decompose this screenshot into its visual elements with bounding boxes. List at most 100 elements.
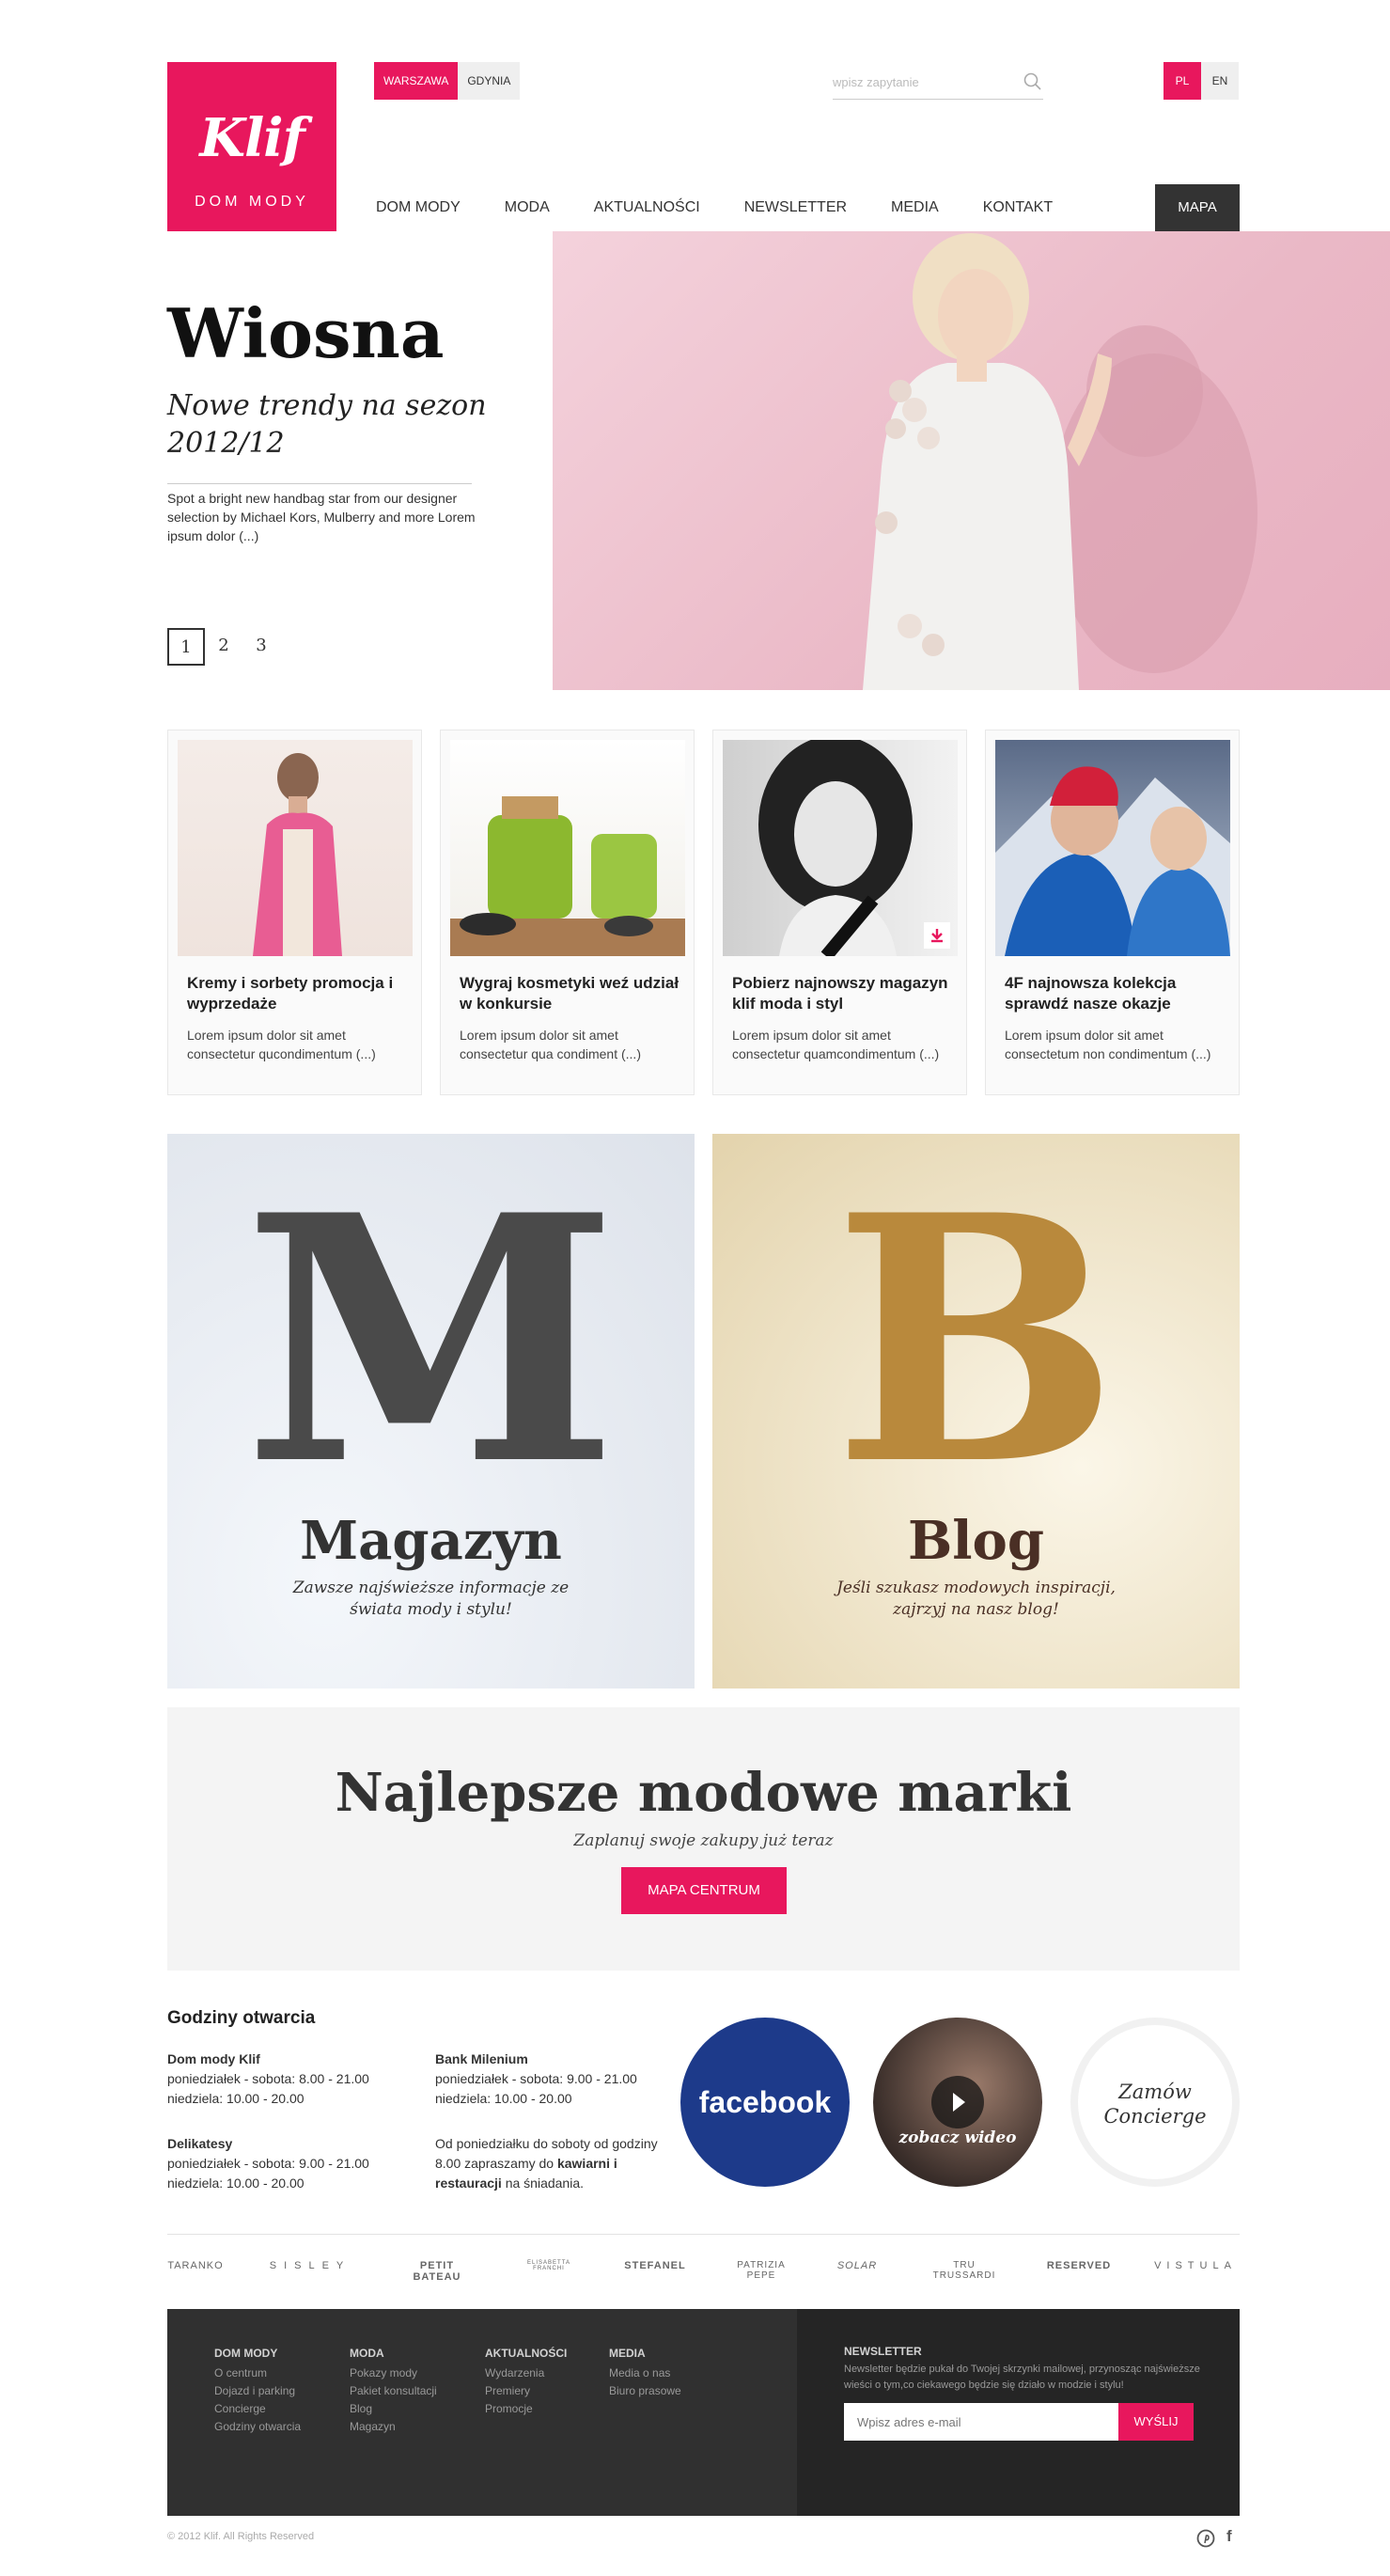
news-card[interactable]: 4F najnowsza kolekcja sprawdź nasze okaz…: [985, 730, 1240, 1095]
footer-col-aktualnosci: AKTUALNOŚCI Wydarzenia Premiery Promocje: [485, 2345, 567, 2418]
footer-col-heading[interactable]: DOM MODY: [214, 2345, 301, 2363]
card-desc: Lorem ipsum dolor sit amet consectetur q…: [187, 1028, 376, 1061]
news-card[interactable]: Pobierz najnowszy magazyn klif moda i st…: [712, 730, 967, 1095]
hours-delikatesy: Delikatesy poniedziałek - sobota: 9.00 -…: [167, 2134, 369, 2193]
card-title[interactable]: 4F najnowsza kolekcja sprawdź nasze okaz…: [1005, 973, 1226, 1014]
brand-logo-stefanel[interactable]: STEFANEL: [622, 2260, 688, 2271]
card-desc: Lorem ipsum dolor sit amet consectetur q…: [732, 1028, 940, 1061]
brand-logo-elisabetta-franchi[interactable]: ELISABETTA FRANCHI: [511, 2260, 586, 2271]
footer-link[interactable]: Wydarzenia: [485, 2364, 567, 2382]
newsletter-title: NEWSLETTER: [844, 2345, 922, 2358]
footer-link[interactable]: Pakiet konsultacji: [350, 2382, 437, 2400]
footer-link[interactable]: Godziny otwarcia: [214, 2418, 301, 2436]
nav-item-kontakt[interactable]: KONTAKT: [983, 184, 1053, 231]
mapa-button[interactable]: MAPA: [1155, 184, 1240, 231]
blog-title: Blog: [907, 1510, 1045, 1572]
hero-divider: [167, 483, 472, 484]
hours-line: poniedziałek - sobota: 8.00 - 21.00: [167, 2071, 369, 2086]
facebook-circle[interactable]: facebook: [680, 2018, 850, 2187]
pager-3[interactable]: 3: [242, 628, 280, 666]
magazyn-desc: Zawsze najświeższe informacje ze świata …: [292, 1579, 570, 1619]
lang-pl[interactable]: PL: [1164, 62, 1201, 100]
footer-link[interactable]: Biuro prasowe: [609, 2382, 681, 2400]
city-tab-warszawa[interactable]: WARSZAWA: [374, 62, 459, 100]
footer-link[interactable]: Promocje: [485, 2400, 567, 2418]
brand-logo-solar[interactable]: SOLAR: [835, 2260, 880, 2271]
brand-logo-patrizia-pepe[interactable]: PATRIZIA PEPE: [724, 2260, 799, 2281]
city-tab-gdynia[interactable]: GDYNIA: [458, 62, 521, 100]
search-icon[interactable]: [1023, 71, 1043, 92]
download-icon[interactable]: [924, 922, 950, 949]
card-title[interactable]: Wygraj kosmetyki weź udział w konkursie: [460, 973, 680, 1014]
hours-line: niedziela: 10.00 - 20.00: [167, 2091, 305, 2106]
pager-1[interactable]: 1: [167, 628, 205, 666]
logo[interactable]: Klif DOM MODY: [167, 62, 336, 231]
newsletter-text: Newsletter będzie pukał do Twojej skrzyn…: [844, 2364, 1200, 2391]
nav-item-aktualnosci[interactable]: AKTUALNOŚCI: [594, 184, 700, 231]
pinterest-icon[interactable]: [1196, 2529, 1215, 2548]
nav-item-media[interactable]: MEDIA: [891, 184, 939, 231]
hours-line: niedziela: 10.00 - 20.00: [167, 2175, 305, 2191]
footer-col-heading[interactable]: AKTUALNOŚCI: [485, 2345, 567, 2363]
footer-col-heading[interactable]: MEDIA: [609, 2345, 681, 2363]
card-image: [178, 740, 413, 956]
video-circle[interactable]: zobacz wideo: [873, 2018, 1042, 2187]
hero-title: Wiosna: [167, 293, 445, 373]
facebook-icon[interactable]: f: [1226, 2527, 1232, 2546]
hours-line: poniedziałek - sobota: 9.00 - 21.00: [435, 2071, 637, 2086]
footer: DOM MODY O centrum Dojazd i parking Conc…: [167, 2309, 1240, 2516]
blog-desc: Jeśli szukasz modowych inspiracji, zajrz…: [836, 1579, 1116, 1619]
brand-logo-petit-bateau[interactable]: PETIT BATEAU: [395, 2260, 479, 2283]
footer-link[interactable]: Media o nas: [609, 2364, 681, 2382]
facebook-label: facebook: [698, 2085, 832, 2119]
footer-link[interactable]: O centrum: [214, 2364, 301, 2382]
logos-divider: [167, 2234, 1240, 2235]
footer-link[interactable]: Pokazy mody: [350, 2364, 437, 2382]
hero-pager: 1 2 3: [167, 628, 280, 666]
hours-line: poniedziałek - sobota: 9.00 - 21.00: [167, 2156, 369, 2171]
brand-logo-taranko[interactable]: TARANKO: [167, 2260, 224, 2271]
nav-item-moda[interactable]: MODA: [505, 184, 550, 231]
blog-tile[interactable]: B Blog Jeśli szukasz modowych inspiracji…: [712, 1134, 1240, 1689]
play-icon[interactable]: [931, 2076, 984, 2128]
hours-dom-mody: Dom mody Klif poniedziałek - sobota: 8.0…: [167, 2050, 369, 2109]
news-card[interactable]: Kremy i sorbety promocja i wyprzedaże Lo…: [167, 730, 422, 1095]
logo-script: Klif: [199, 107, 305, 169]
footer-link[interactable]: Concierge: [214, 2400, 301, 2418]
footer-link[interactable]: Premiery: [485, 2382, 567, 2400]
nav-item-newsletter[interactable]: NEWSLETTER: [744, 184, 847, 231]
brand-logo-vistula[interactable]: VISTULA: [1154, 2260, 1237, 2271]
nav-item-dom-mody[interactable]: DOM MODY: [376, 184, 461, 231]
footer-link[interactable]: Dojazd i parking: [214, 2382, 301, 2400]
news-card[interactable]: Wygraj kosmetyki weź udział w konkursie …: [440, 730, 695, 1095]
concierge-circle[interactable]: Zamów Concierge: [1070, 2018, 1240, 2187]
breakfast-note-c: na śniadania.: [501, 2175, 585, 2191]
card-desc: Lorem ipsum dolor sit amet consectetur q…: [460, 1028, 641, 1061]
card-desc: Lorem ipsum dolor sit amet consectetum n…: [1005, 1028, 1211, 1061]
card-image: [723, 740, 958, 956]
hero-image[interactable]: [553, 231, 1390, 690]
mapa-centrum-button[interactable]: MAPA CENTRUM: [621, 1867, 787, 1914]
lang-en[interactable]: EN: [1201, 62, 1239, 100]
hero-subtitle: Nowe trendy na sezon 2012/12: [167, 389, 487, 460]
card-title[interactable]: Pobierz najnowszy magazyn klif moda i st…: [732, 973, 953, 1014]
hours-name: Delikatesy: [167, 2136, 233, 2151]
magazyn-tile[interactable]: M Magazyn Zawsze najświeższe informacje …: [167, 1134, 695, 1689]
blog-letter: B: [833, 1141, 1119, 1539]
newsletter-send-button[interactable]: WYŚLIJ: [1118, 2403, 1194, 2441]
hours-bank: Bank Milenium poniedziałek - sobota: 9.0…: [435, 2050, 637, 2109]
footer-link[interactable]: Blog: [350, 2400, 437, 2418]
brand-logo-trussardi[interactable]: TRU TRUSSARDI: [921, 2260, 1007, 2281]
footer-col-moda: MODA Pokazy mody Pakiet konsultacji Blog…: [350, 2345, 437, 2436]
footer-col-heading[interactable]: MODA: [350, 2345, 437, 2363]
footer-col-dom-mody: DOM MODY O centrum Dojazd i parking Conc…: [214, 2345, 301, 2436]
brands-subtitle: Zaplanuj swoje zakupy już teraz: [573, 1831, 834, 1850]
brand-logo-sisley[interactable]: SISLEY: [265, 2260, 355, 2271]
brand-logo-reserved[interactable]: RESERVED: [1041, 2260, 1117, 2271]
pager-2[interactable]: 2: [205, 628, 242, 666]
search-input[interactable]: [833, 68, 1002, 96]
newsletter-email-input[interactable]: [844, 2403, 1118, 2441]
video-label: zobacz wideo: [898, 2128, 1017, 2147]
card-title[interactable]: Kremy i sorbety promocja i wyprzedaże: [187, 973, 408, 1014]
footer-link[interactable]: Magazyn: [350, 2418, 437, 2436]
